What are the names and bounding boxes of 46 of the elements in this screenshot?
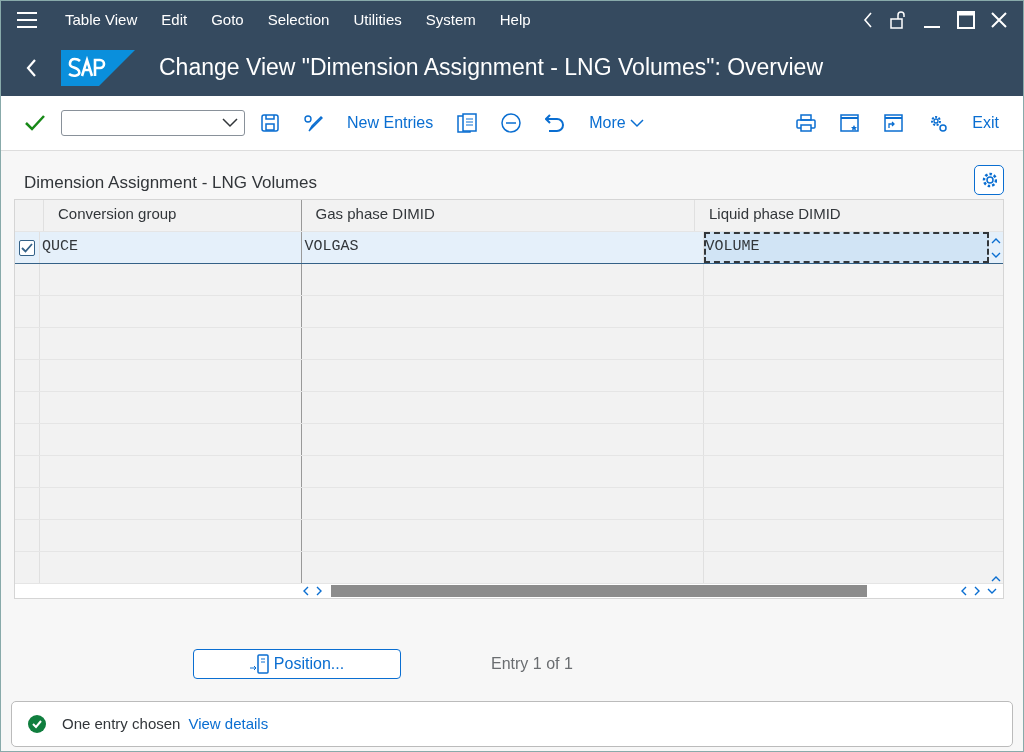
undo-icon — [545, 114, 566, 132]
menu-item[interactable]: Utilities — [341, 8, 414, 32]
table-settings-button[interactable] — [974, 165, 1004, 195]
scroll-up-icon[interactable] — [991, 575, 1001, 583]
chevron-down-icon[interactable] — [222, 118, 238, 128]
settings-icon — [981, 171, 997, 189]
menu-item[interactable]: System — [413, 8, 488, 32]
menu-item[interactable]: Table View — [53, 8, 150, 32]
menu-item[interactable]: Edit — [149, 8, 200, 32]
copy-icon — [457, 113, 478, 133]
position-button[interactable]: Position... — [193, 649, 401, 679]
chevron-down-icon — [629, 118, 644, 128]
new-entries-button[interactable]: New Entries — [339, 107, 442, 139]
column-header: Liquid phase DIMID — [707, 203, 842, 224]
scroll-up-down-icon[interactable] — [991, 236, 1001, 259]
checkmark-icon[interactable] — [25, 115, 45, 131]
command-field[interactable] — [61, 110, 245, 136]
column-header: Gas phase DIMID — [301, 200, 695, 231]
minus-circle-icon — [501, 113, 522, 133]
gears-icon — [928, 113, 949, 133]
entry-count: Entry 1 of 1 — [491, 654, 573, 674]
menu-item[interactable]: Goto — [199, 8, 256, 32]
view-details-link[interactable]: View details — [188, 712, 269, 736]
scrollbar-thumb[interactable] — [331, 585, 867, 597]
table-cell: VOLGAS — [302, 232, 704, 263]
page-title: Change View "Dimension Assignment - LNG Volumes": Overview — [159, 53, 824, 82]
document-arrow-icon — [249, 654, 270, 674]
scroll-down-icon[interactable] — [987, 587, 997, 595]
back-icon[interactable] — [25, 57, 37, 78]
exit-button[interactable]: Exit — [964, 107, 1007, 139]
column-header: Conversion group — [44, 200, 302, 231]
printer-icon — [796, 114, 817, 132]
menu-item[interactable]: Help — [487, 8, 543, 32]
table-title: Dimension Assignment - LNG Volumes — [24, 171, 317, 194]
unlock-icon[interactable] — [889, 11, 907, 29]
close-icon[interactable] — [991, 12, 1007, 28]
table-cell: VOLUME — [703, 232, 990, 263]
maximize-icon[interactable] — [957, 11, 975, 29]
more-button[interactable]: More — [581, 107, 652, 139]
table-cell: QUCE — [39, 232, 303, 263]
pencil-icon — [303, 114, 323, 132]
menu-icon[interactable] — [17, 12, 37, 28]
menu-item[interactable]: Selection — [255, 8, 342, 32]
status-message: One entry chosen — [62, 713, 181, 734]
success-icon — [28, 715, 46, 733]
row-checkbox[interactable] — [18, 239, 35, 256]
